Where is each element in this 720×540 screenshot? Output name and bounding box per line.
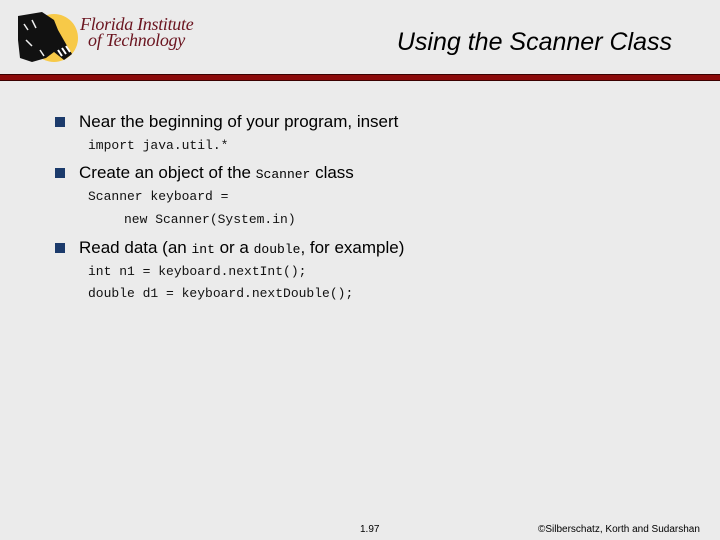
bullet-text: Create an object of the Scanner class [79, 163, 354, 182]
inline-code: Scanner [255, 167, 311, 182]
logo-line-2: of Technology [88, 30, 185, 50]
bullet-text: Read data (an int or a double, for examp… [79, 238, 405, 257]
page-number: 1.97 [360, 524, 380, 535]
bullet-square-icon [55, 243, 65, 253]
bullet-text: Near the beginning of your program, inse… [79, 112, 399, 131]
bullet-square-icon [55, 168, 65, 178]
code-line: Scanner keyboard = [88, 189, 229, 204]
header-divider [0, 74, 720, 81]
inline-code: double [253, 242, 301, 257]
code-line: int n1 = keyboard.nextInt(); [88, 264, 307, 279]
panther-logo-icon [18, 12, 78, 62]
bullet-square-icon [55, 117, 65, 127]
inline-code: int [191, 242, 215, 257]
fit-logo: Florida Institute of Technology [14, 10, 194, 65]
code-line: new Scanner(System.in) [124, 212, 296, 227]
copyright: ©Silberschatz, Korth and Sudarshan [538, 524, 700, 535]
logo-text: Florida Institute of Technology [80, 15, 194, 50]
code-line: double d1 = keyboard.nextDouble(); [88, 286, 354, 301]
code-line: import java.util.* [88, 138, 229, 153]
slide-title: Using the Scanner Class [396, 28, 672, 56]
